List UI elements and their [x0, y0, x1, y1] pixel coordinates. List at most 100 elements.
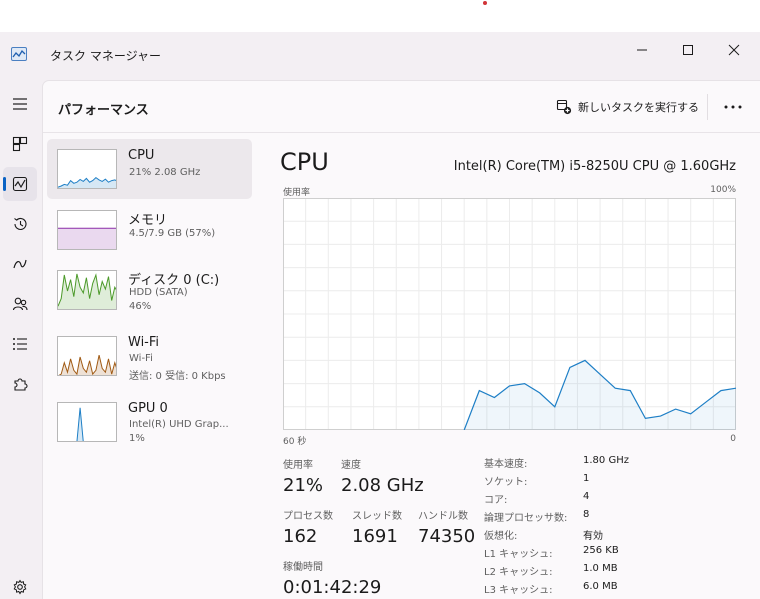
title-bar: タスク マネージャー — [0, 32, 760, 80]
stat-value: 21% — [283, 475, 324, 496]
stat-uptime: 稼働時間 0:01:42:29 — [283, 558, 381, 598]
stat-value: 1691 — [352, 526, 398, 547]
device-item-gpu[interactable]: GPU 0 Intel(R) UHD Grap... 1% — [47, 392, 252, 452]
graph-y-max-label: 100% — [710, 185, 736, 195]
device-detail-2: 46% — [129, 301, 152, 312]
run-new-task-button[interactable]: 新しいタスクを実行する — [556, 95, 699, 119]
nav-settings[interactable] — [3, 570, 37, 599]
hamburger-menu-button[interactable] — [3, 87, 37, 121]
spec-row: コア: 4 — [484, 491, 734, 509]
device-name: CPU — [128, 148, 155, 163]
thumbnail-area — [76, 407, 84, 441]
nav-users[interactable] — [3, 287, 37, 321]
close-icon — [728, 44, 740, 56]
device-detail: Wi-Fi — [129, 353, 153, 364]
device-name: ディスク 0 (C:) — [128, 273, 220, 288]
device-name: Wi-Fi — [128, 335, 160, 350]
device-name: メモリ — [128, 213, 168, 228]
graph-x-left-label: 60 秒 — [283, 437, 307, 447]
device-thumbnail-cpu — [57, 149, 117, 189]
spec-value: 6.0 MB — [583, 581, 618, 592]
stat-label: 稼働時間 — [283, 562, 323, 573]
users-icon — [12, 297, 28, 311]
stat-label: 速度 — [341, 460, 361, 471]
device-thumbnail-wifi — [57, 336, 117, 376]
device-item-cpu[interactable]: CPU 21% 2.08 GHz — [47, 139, 252, 199]
stat-value: 0:01:42:29 — [283, 577, 382, 598]
graph-y-label: 使用率 — [283, 188, 311, 198]
stat-label: プロセス数 — [283, 511, 333, 522]
spec-row: 仮想化: 有効 — [484, 527, 734, 545]
thumbnail-area — [59, 355, 116, 375]
nav-services[interactable] — [3, 367, 37, 401]
close-button[interactable] — [711, 36, 757, 64]
page-title: パフォーマンス — [58, 103, 149, 118]
spec-value: 256 KB — [583, 545, 619, 556]
window-title: タスク マネージャー — [50, 49, 161, 63]
device-detail: HDD (SATA) — [129, 287, 188, 298]
spec-value: 8 — [583, 509, 590, 520]
stat-value: 74350 — [418, 526, 476, 547]
stat-processes: プロセス数 162 — [283, 507, 333, 547]
stat-threads: スレッド数 1691 — [352, 507, 402, 547]
spec-label: コア: — [484, 495, 508, 506]
cpu-detail: CPU Intel(R) Core(TM) i5-8250U CPU @ 1.6… — [280, 139, 738, 599]
nav-startup-apps[interactable] — [3, 247, 37, 281]
device-thumbnail-memory — [57, 210, 117, 250]
device-detail-2: 送信: 0 受信: 0 Kbps — [129, 371, 226, 382]
performance-icon — [12, 176, 28, 192]
spec-value: 1 — [583, 473, 590, 484]
stat-value: 2.08 GHz — [341, 475, 424, 496]
stat-handles: ハンドル数 74350 — [418, 507, 475, 547]
device-item-wifi[interactable]: Wi-Fi Wi-Fi 送信: 0 受信: 0 Kbps — [47, 326, 252, 386]
active-indicator — [3, 177, 6, 191]
minimize-icon — [637, 49, 647, 51]
device-detail: Intel(R) UHD Grap... — [129, 419, 229, 430]
spec-value: 有効 — [583, 531, 603, 542]
app-history-icon — [14, 217, 27, 230]
device-name: GPU 0 — [128, 401, 168, 416]
notification-dot — [483, 1, 487, 5]
spec-label: ソケット: — [484, 477, 528, 488]
header-divider — [43, 132, 760, 133]
spec-label: L2 キャッシュ: — [484, 567, 553, 578]
graph-x-right-label: 0 — [730, 434, 736, 444]
nav-app-history[interactable] — [3, 207, 37, 241]
services-puzzle-icon — [14, 378, 28, 391]
device-item-disk[interactable]: ディスク 0 (C:) HDD (SATA) 46% — [47, 260, 252, 320]
spec-row: 基本速度: 1.80 GHz — [484, 455, 734, 473]
more-options-button[interactable] — [722, 97, 744, 117]
cpu-model: Intel(R) Core(TM) i5-8250U CPU @ 1.60GHz — [453, 159, 736, 174]
nav-details[interactable] — [3, 327, 37, 361]
spec-row: L1 キャッシュ: 256 KB — [484, 545, 734, 563]
thumbnail-line — [76, 407, 84, 441]
spec-label: 基本速度: — [484, 459, 528, 470]
task-manager-window: タスク マネージャー パフォーマンス 新しいタスクを実行する CPU 21% 2… — [0, 32, 760, 599]
hamburger-menu-icon — [13, 98, 27, 110]
cpu-heading: CPU — [280, 148, 329, 176]
device-thumbnail-gpu — [57, 402, 117, 442]
spec-value: 4 — [583, 491, 590, 502]
spec-value: 1.80 GHz — [583, 455, 629, 466]
settings-gear-icon — [13, 579, 27, 595]
stat-value: 162 — [283, 526, 318, 547]
device-thumbnail-disk — [57, 270, 117, 310]
left-navigation — [0, 80, 42, 599]
stat-label: ハンドル数 — [418, 511, 468, 522]
maximize-button[interactable] — [665, 36, 711, 64]
nav-processes[interactable] — [3, 127, 37, 161]
device-detail-2: 1% — [129, 433, 145, 444]
spec-value: 1.0 MB — [583, 563, 618, 574]
stat-label: スレッド数 — [352, 511, 402, 522]
more-options-icon — [724, 105, 742, 109]
device-item-memory[interactable]: メモリ 4.5/7.9 GB (57%) — [47, 200, 252, 260]
cpu-usage-graph — [283, 198, 736, 430]
stat-speed: 速度 2.08 GHz — [341, 456, 424, 496]
spec-row: ソケット: 1 — [484, 473, 734, 491]
desktop-strip — [0, 0, 760, 32]
spec-row: 論理プロセッサ数: 8 — [484, 509, 734, 527]
spec-row: L3 キャッシュ: 6.0 MB — [484, 581, 734, 599]
minimize-button[interactable] — [619, 36, 665, 64]
header-separator — [707, 94, 708, 120]
nav-performance[interactable] — [3, 167, 37, 201]
